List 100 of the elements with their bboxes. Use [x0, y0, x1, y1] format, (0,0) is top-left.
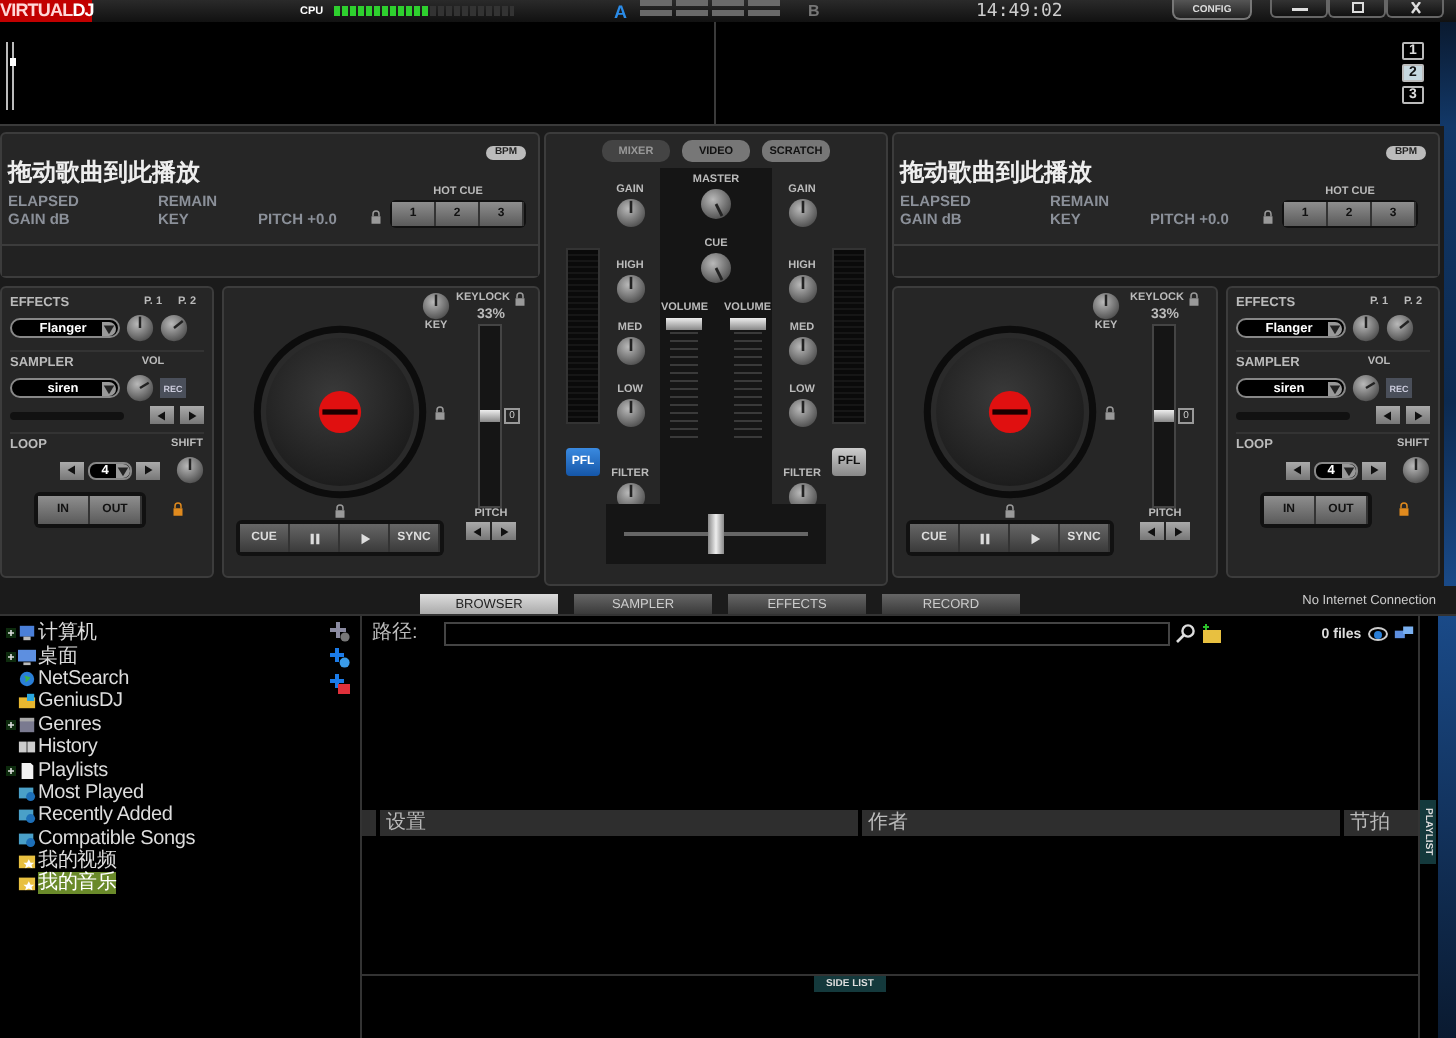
lock-icon[interactable] — [1103, 405, 1115, 419]
network-icon[interactable] — [1393, 624, 1414, 644]
knob[interactable] — [1352, 314, 1380, 342]
right-arrow-icon — [1172, 525, 1184, 537]
left-arrow-button[interactable] — [60, 461, 84, 479]
knob[interactable] — [126, 314, 154, 342]
knob[interactable] — [615, 198, 645, 228]
tree-item[interactable]: 我的视频 — [38, 850, 117, 873]
caret-icon — [1342, 463, 1356, 477]
tree-item[interactable]: Playlists — [38, 759, 108, 782]
left-arrow-icon — [1292, 464, 1304, 476]
left-arrow-button[interactable] — [466, 522, 490, 540]
knob[interactable] — [422, 292, 450, 320]
lock-icon[interactable] — [370, 210, 382, 224]
tree-item[interactable]: 我的音乐 — [38, 872, 117, 895]
lock-icon[interactable] — [513, 292, 526, 306]
left-arrow-button[interactable] — [1376, 406, 1400, 424]
knob[interactable] — [787, 398, 817, 428]
knob[interactable] — [700, 188, 732, 220]
tree-item[interactable]: GeniusDJ — [38, 690, 123, 713]
play-button[interactable] — [1010, 524, 1060, 552]
path-field[interactable] — [443, 622, 1170, 646]
right-arrow-icon — [1412, 409, 1424, 421]
knob[interactable] — [615, 398, 645, 428]
play-button[interactable] — [340, 524, 390, 552]
eye-icon[interactable] — [1367, 624, 1388, 644]
add-folder-icon[interactable] — [330, 674, 350, 694]
expand-icon[interactable] — [6, 628, 16, 639]
maximize-button[interactable] — [1328, 0, 1386, 18]
tree-item[interactable]: Genres — [38, 713, 102, 736]
pause-button[interactable] — [960, 524, 1010, 552]
right-arrow-button[interactable] — [492, 522, 516, 540]
lock-icon[interactable] — [1004, 504, 1016, 518]
knob[interactable] — [176, 456, 204, 484]
left-arrow-icon — [156, 409, 168, 421]
knob[interactable] — [787, 198, 817, 228]
lock-icon[interactable] — [334, 504, 346, 518]
left-arrow-button[interactable] — [150, 406, 174, 424]
knob[interactable] — [1402, 456, 1430, 484]
right-arrow-button[interactable] — [180, 406, 204, 424]
tree-item[interactable]: 桌面 — [38, 645, 78, 668]
left-arrow-button[interactable] — [1140, 522, 1164, 540]
knob[interactable] — [126, 374, 154, 402]
tree-item[interactable]: Compatible Songs — [38, 827, 196, 850]
right-arrow-button[interactable] — [136, 461, 160, 479]
lock-icon[interactable] — [433, 405, 445, 419]
lock-icon[interactable] — [1187, 292, 1200, 306]
pause-icon — [977, 531, 991, 545]
knob[interactable] — [1386, 314, 1414, 342]
tree-item[interactable]: NetSearch — [38, 667, 129, 690]
add-icon[interactable] — [330, 648, 350, 668]
close-button[interactable] — [1386, 0, 1444, 18]
column-header[interactable]: 设置 — [380, 810, 858, 836]
right-arrow-icon — [498, 525, 510, 537]
column-header[interactable]: 作者 — [862, 810, 1340, 836]
volume-fader-handle[interactable] — [729, 318, 766, 330]
caret-icon — [116, 463, 130, 477]
knob[interactable] — [1092, 292, 1120, 320]
right-arrow-button[interactable] — [1166, 522, 1190, 540]
right-arrow-button[interactable] — [1362, 461, 1386, 479]
maximize-icon — [1347, 2, 1367, 14]
search-icon[interactable] — [1175, 624, 1196, 644]
expand-icon[interactable] — [6, 651, 16, 662]
sparkle-icon[interactable] — [330, 622, 350, 642]
close-icon — [1405, 2, 1425, 14]
knob[interactable] — [700, 252, 732, 284]
tree-item[interactable]: Most Played — [38, 781, 144, 804]
pause-icon — [307, 531, 321, 545]
knob[interactable] — [1352, 374, 1380, 402]
caret-icon — [1328, 321, 1342, 335]
smart-folder-icon — [18, 829, 36, 848]
knob[interactable] — [615, 274, 645, 304]
lock-icon[interactable] — [172, 501, 184, 515]
expand-icon[interactable] — [6, 719, 16, 730]
knob[interactable] — [160, 314, 188, 342]
minimize-icon — [1289, 2, 1309, 14]
add-folder-icon[interactable] — [1201, 624, 1222, 644]
right-arrow-button[interactable] — [1406, 406, 1430, 424]
page-icon — [18, 761, 36, 780]
jog-wheel[interactable] — [251, 324, 427, 500]
expand-icon[interactable] — [6, 765, 16, 776]
crossfader-handle[interactable] — [708, 514, 724, 554]
minimize-button[interactable] — [1270, 0, 1328, 18]
knob[interactable] — [787, 274, 817, 304]
pitch-fader-handle[interactable] — [480, 410, 500, 422]
knob[interactable] — [615, 336, 645, 366]
tree-item[interactable]: Recently Added — [38, 804, 173, 827]
tree-item[interactable]: 计算机 — [38, 622, 97, 645]
jog-wheel[interactable] — [921, 324, 1097, 500]
tree-item[interactable]: History — [38, 736, 98, 759]
pause-button[interactable] — [290, 524, 340, 552]
volume-fader-handle[interactable] — [666, 318, 703, 330]
left-arrow-icon — [66, 464, 78, 476]
column-header[interactable]: 节拍 — [1344, 810, 1418, 836]
knob[interactable] — [787, 336, 817, 366]
lock-icon[interactable] — [1398, 501, 1410, 515]
lock-icon[interactable] — [1262, 210, 1274, 224]
track-title: 拖动歌曲到此播放 — [900, 156, 1092, 190]
pitch-fader-handle[interactable] — [1154, 410, 1174, 422]
left-arrow-button[interactable] — [1286, 461, 1310, 479]
